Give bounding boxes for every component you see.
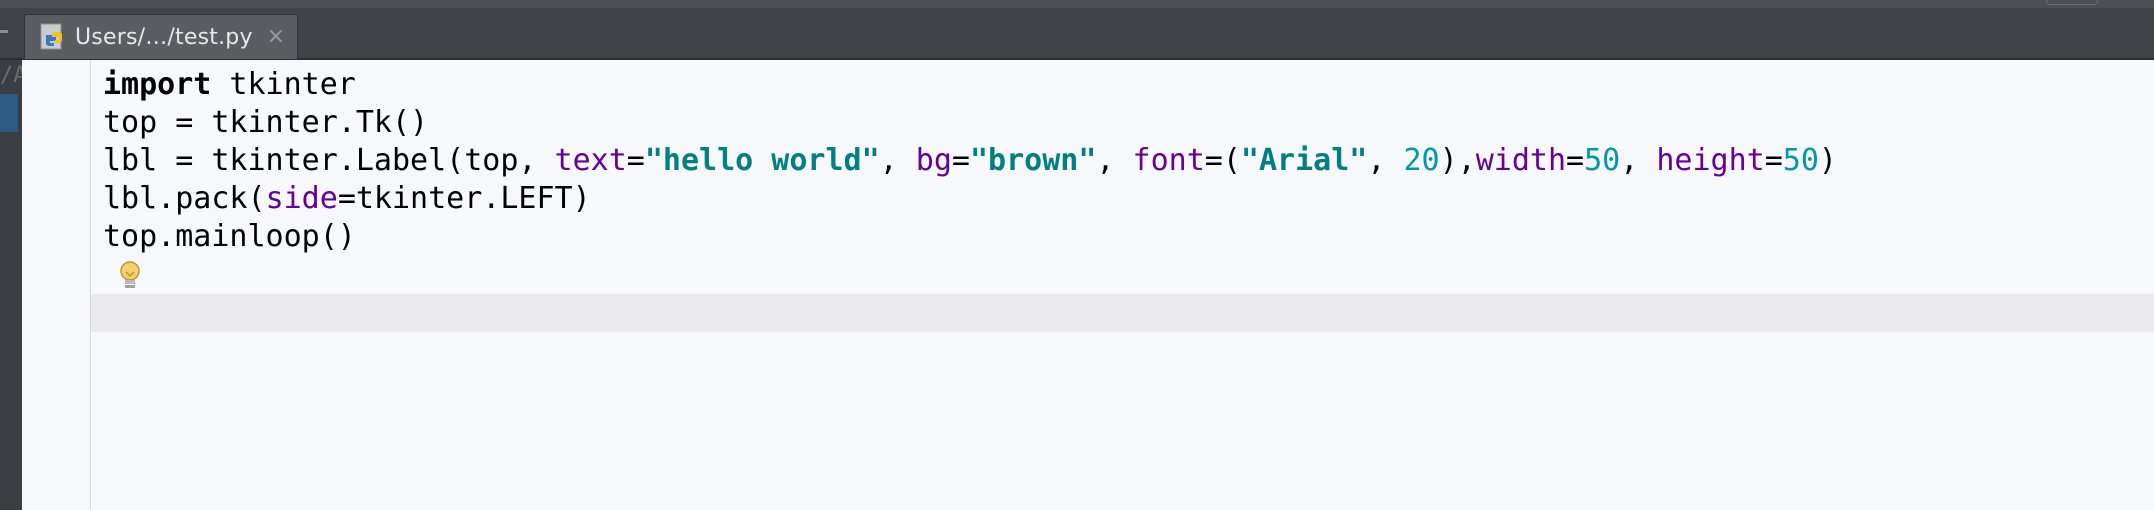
code-token: ), [1439, 143, 1476, 178]
code-token: ) [1818, 143, 1837, 178]
window-top-strip [0, 0, 2154, 8]
python-file-icon [39, 23, 67, 51]
close-icon[interactable]: × [267, 26, 285, 48]
code-token: lbl = tkinter.Label(top, [103, 143, 555, 178]
code-token: = [1566, 143, 1585, 178]
code-token: = [626, 143, 645, 178]
lightbulb-icon[interactable] [118, 260, 142, 292]
code-token: lbl.pack( [103, 181, 266, 216]
project-panel-text: /A [0, 63, 22, 88]
tab-bar-edge-mark [0, 30, 8, 33]
code-line[interactable] [103, 256, 1837, 294]
code-token: text [554, 143, 627, 178]
code-token: , [1367, 143, 1404, 178]
code-token: width [1475, 143, 1567, 178]
code-token: font [1132, 143, 1205, 178]
code-token: 20 [1403, 143, 1440, 178]
code-area[interactable]: import tkinter top = tkinter.Tk() lbl = tk… [103, 66, 1837, 332]
code-token: , [1620, 143, 1657, 178]
code-token: =tkinter.LEFT) [337, 181, 591, 216]
code-token: top.mainloop() [103, 219, 356, 254]
window-control[interactable] [2046, 0, 2098, 5]
code-line[interactable]: lbl.pack(side=tkinter.LEFT) [103, 180, 1837, 218]
tab-test-py[interactable]: Users/…/test.py × [24, 14, 298, 59]
project-panel-selection[interactable] [0, 94, 18, 132]
code-token: , [1096, 143, 1133, 178]
editor-tab-bar: Users/…/test.py × [0, 8, 2154, 60]
code-token: "brown" [969, 143, 1097, 178]
code-line[interactable]: lbl = tkinter.Label(top, text="hello wor… [103, 142, 1837, 180]
code-token: "Arial" [1240, 143, 1368, 178]
code-line[interactable] [103, 294, 1837, 332]
code-line[interactable]: top.mainloop() [103, 218, 1837, 256]
tab-label: Users/…/test.py [75, 24, 253, 50]
code-token: height [1656, 143, 1765, 178]
code-token: top = tkinter.Tk() [103, 105, 429, 140]
code-token: , [879, 143, 916, 178]
code-token: = [1764, 143, 1783, 178]
editor-gutter[interactable] [22, 60, 91, 510]
code-token: tkinter [211, 67, 356, 102]
code-token: = [951, 143, 970, 178]
code-token: 50 [1584, 143, 1621, 178]
code-line[interactable]: top = tkinter.Tk() [103, 104, 1837, 142]
code-token: side [265, 181, 338, 216]
code-token: =( [1204, 143, 1241, 178]
code-line[interactable]: import tkinter [103, 66, 1837, 104]
code-token: bg [915, 143, 952, 178]
code-editor[interactable]: import tkinter top = tkinter.Tk() lbl = tk… [22, 60, 2154, 510]
code-token: 50 [1782, 143, 1819, 178]
code-token: "hello world" [644, 143, 880, 178]
code-token: import [103, 67, 212, 102]
